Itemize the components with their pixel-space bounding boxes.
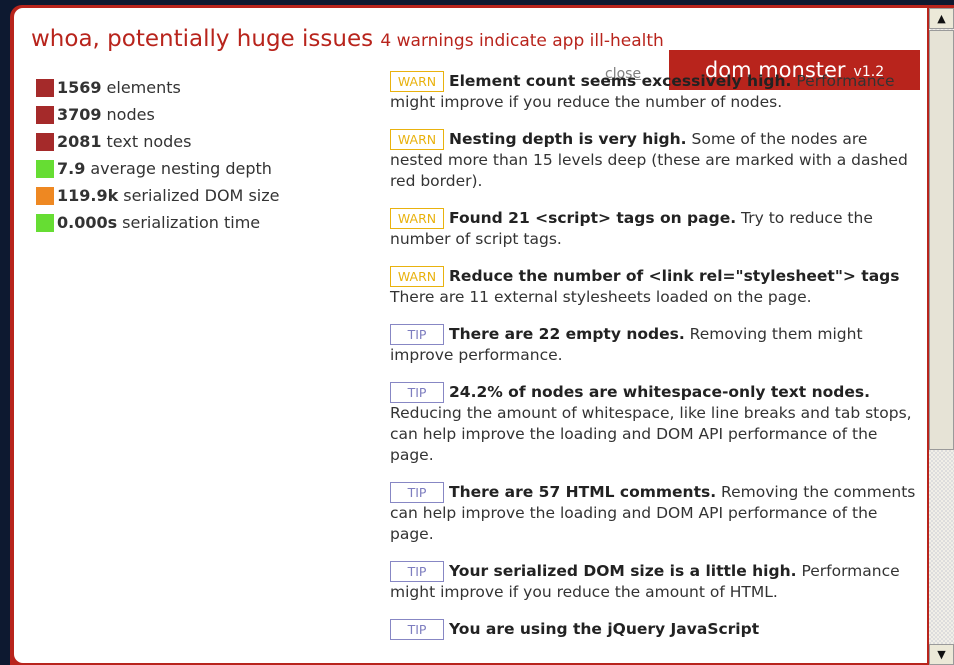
stat-value: 1569 bbox=[57, 78, 102, 97]
title-text: whoa, potentially huge issues bbox=[31, 26, 374, 52]
message-title: Reduce the number of <link rel="styleshe… bbox=[449, 267, 900, 285]
messages-list: WARN Element count seems excessively high… bbox=[390, 71, 918, 656]
status-swatch bbox=[36, 78, 54, 97]
scroll-up-button[interactable]: ▲ bbox=[929, 8, 954, 29]
vertical-scrollbar[interactable]: ▲ ▼ bbox=[929, 8, 954, 665]
page-title: whoa, potentially huge issues 4 warnings… bbox=[31, 26, 664, 52]
stat-value: 3709 bbox=[57, 105, 102, 124]
tip-tag: TIP bbox=[390, 561, 444, 582]
stat-text-nodes: 2081 text nodes bbox=[36, 128, 279, 155]
stat-value: 2081 bbox=[57, 132, 102, 151]
message-item: TIP 24.2% of nodes are whitespace-only te… bbox=[390, 382, 918, 466]
message-title: There are 22 empty nodes. bbox=[449, 325, 685, 343]
stat-serialization-time: 0.000s serialization time bbox=[36, 209, 279, 236]
arrow-up-icon: ▲ bbox=[937, 12, 946, 25]
stat-value: 7.9 bbox=[57, 159, 86, 178]
stat-nodes: 3709 nodes bbox=[36, 101, 279, 128]
status-swatch bbox=[36, 186, 54, 205]
message-item: WARN Nesting depth is very high. Some of … bbox=[390, 129, 918, 192]
stat-label: text nodes bbox=[106, 132, 192, 151]
stat-value: 0.000s bbox=[57, 213, 118, 232]
stat-label: elements bbox=[106, 78, 181, 97]
arrow-down-icon: ▼ bbox=[937, 648, 946, 661]
message-title: Element count seems excessively high. bbox=[449, 72, 792, 90]
warn-tag: WARN bbox=[390, 208, 444, 229]
dom-monster-panel: whoa, potentially huge issues 4 warnings… bbox=[14, 8, 927, 663]
stat-nesting-depth: 7.9 average nesting depth bbox=[36, 155, 279, 182]
stat-dom-size: 119.9k serialized DOM size bbox=[36, 182, 279, 209]
scrollbar-thumb[interactable] bbox=[929, 30, 954, 450]
stat-label: average nesting depth bbox=[90, 159, 272, 178]
stat-label: serialization time bbox=[122, 213, 261, 232]
tip-tag: TIP bbox=[390, 324, 444, 345]
warn-tag: WARN bbox=[390, 266, 444, 287]
title-subtitle: 4 warnings indicate app ill-health bbox=[380, 31, 664, 51]
message-title: There are 57 HTML comments. bbox=[449, 483, 717, 501]
message-item: TIP There are 57 HTML comments. Removing … bbox=[390, 482, 918, 545]
message-item: TIP You are using the jQuery JavaScript bbox=[390, 619, 918, 640]
message-item: TIP There are 22 empty nodes. Removing th… bbox=[390, 324, 918, 366]
stat-label: nodes bbox=[106, 105, 155, 124]
warn-tag: WARN bbox=[390, 71, 444, 92]
scroll-down-button[interactable]: ▼ bbox=[929, 644, 954, 665]
message-item: WARN Reduce the number of <link rel="styl… bbox=[390, 266, 918, 308]
warn-tag: WARN bbox=[390, 129, 444, 150]
message-title: You are using the jQuery JavaScript bbox=[449, 620, 760, 638]
message-title: Nesting depth is very high. bbox=[449, 130, 687, 148]
message-item: WARN Element count seems excessively high… bbox=[390, 71, 918, 113]
message-title: 24.2% of nodes are whitespace-only text … bbox=[449, 383, 871, 401]
message-text: Reducing the amount of whitespace, like … bbox=[390, 404, 912, 464]
message-item: WARN Found 21 <script> tags on page. Try … bbox=[390, 208, 918, 250]
status-swatch bbox=[36, 213, 54, 232]
message-text: There are 11 external stylesheets loaded… bbox=[390, 288, 812, 306]
stat-value: 119.9k bbox=[57, 186, 119, 205]
tip-tag: TIP bbox=[390, 482, 444, 503]
stat-label: serialized DOM size bbox=[123, 186, 280, 205]
message-title: Found 21 <script> tags on page. bbox=[449, 209, 737, 227]
message-title: Your serialized DOM size is a little hig… bbox=[449, 562, 797, 580]
tip-tag: TIP bbox=[390, 619, 444, 640]
stats-list: 1569 elements 3709 nodes 2081 text nodes… bbox=[36, 74, 279, 236]
tip-tag: TIP bbox=[390, 382, 444, 403]
stat-elements: 1569 elements bbox=[36, 74, 279, 101]
status-swatch bbox=[36, 159, 54, 178]
message-item: TIP Your serialized DOM size is a little … bbox=[390, 561, 918, 603]
status-swatch bbox=[36, 132, 54, 151]
status-swatch bbox=[36, 105, 54, 124]
